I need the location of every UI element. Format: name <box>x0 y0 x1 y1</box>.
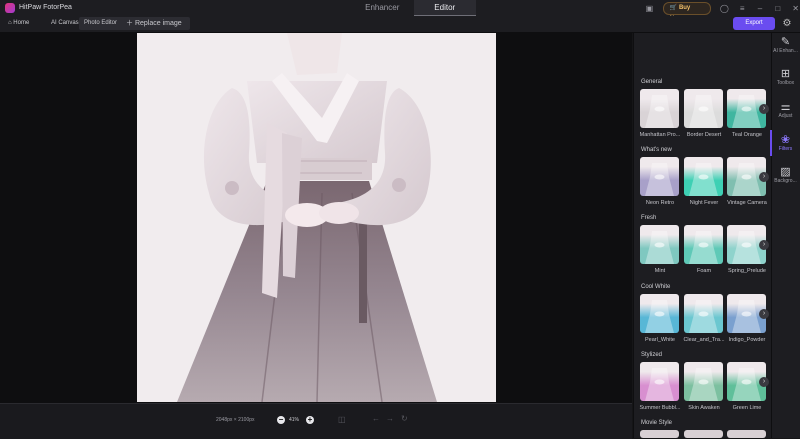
nav-photo-editor[interactable]: Photo Editor <box>79 17 123 30</box>
maximize-icon[interactable]: □ <box>773 4 782 13</box>
cart-icon: 🛒 <box>669 4 679 11</box>
filter-thumbnail[interactable] <box>684 362 723 401</box>
tool-label: Backgro... <box>774 178 797 184</box>
tool-label: AI Enhan... <box>773 48 798 54</box>
filter-section-title: Movie Style <box>641 420 673 426</box>
tool-sidebar <box>771 33 800 438</box>
app-title: HitPaw FotorPea <box>19 4 72 11</box>
filters-icon: ❀ <box>780 134 791 146</box>
filter-preview-figure <box>689 300 718 333</box>
filter-preview-figure <box>645 368 674 401</box>
filter-label: Night Fever <box>689 200 719 206</box>
chevron-right-icon[interactable]: › <box>759 377 769 387</box>
filter-section-title: General <box>641 79 663 85</box>
undo-icon[interactable]: ← <box>372 414 380 423</box>
filter-section-title: Stylized <box>641 352 663 358</box>
sliders-icon: ⚌ <box>780 101 791 113</box>
filter-preview-figure <box>645 95 674 128</box>
close-icon[interactable]: ✕ <box>791 4 800 13</box>
filter-thumbnail[interactable] <box>727 430 766 438</box>
tool-label: Adjust <box>778 113 793 119</box>
filter-thumbnail[interactable] <box>640 430 679 438</box>
chevron-right-icon[interactable]: › <box>759 104 769 114</box>
filter-label: Clear_and_Tra... <box>683 337 725 343</box>
filter-label: Foam <box>696 268 712 274</box>
redo-icon[interactable]: → <box>386 414 394 423</box>
zoom-in-button[interactable]: + <box>306 416 314 424</box>
tab-enhancer[interactable]: Enhancer <box>351 0 414 16</box>
filter-label: Pearl_White <box>645 337 675 343</box>
filter-thumbnail[interactable] <box>684 294 723 333</box>
filter-thumbnail[interactable] <box>640 294 679 333</box>
filter-label: Teal Orange <box>732 132 762 138</box>
tool-filters[interactable]: ❀ Filters <box>772 134 799 152</box>
filter-thumbnail[interactable] <box>684 157 723 196</box>
tool-backgro[interactable]: ▨ Backgro... <box>772 166 799 184</box>
tool-ai-enhan[interactable]: ✎ AI Enhan... <box>772 36 799 54</box>
filter-label: Skin Awaken <box>688 405 720 411</box>
replace-image-button[interactable]: ＋ Replace image <box>118 17 190 30</box>
app-logo <box>5 3 15 13</box>
plus-icon: ＋ <box>126 20 135 27</box>
nav-ai-canvas[interactable]: AI Canvas <box>47 17 83 30</box>
filter-thumbnail[interactable] <box>684 430 723 438</box>
background-icon: ▨ <box>780 166 791 178</box>
nav-home-label: Home <box>13 20 30 26</box>
filter-label: Manhattan Pro... <box>639 132 681 138</box>
chevron-right-icon[interactable]: › <box>759 172 769 182</box>
filter-preview-figure <box>689 231 718 264</box>
filter-preview-figure <box>645 163 674 196</box>
tool-label: Toolbox <box>776 80 795 86</box>
filter-preview-figure <box>689 95 718 128</box>
filter-preview-figure <box>645 300 674 333</box>
bottom-toolbar <box>0 403 632 439</box>
filter-thumbnail[interactable] <box>640 89 679 128</box>
account-icon[interactable]: ◯ <box>720 4 729 13</box>
compare-icon[interactable]: ◫ <box>338 415 346 424</box>
gift-icon[interactable]: ▣ <box>645 4 654 13</box>
sparkle-edit-icon: ✎ <box>780 36 791 48</box>
export-button[interactable]: Export <box>733 17 775 30</box>
chevron-right-icon[interactable]: › <box>759 309 769 319</box>
zoom-level: 41% <box>289 417 300 423</box>
titlebar-controls: ▣ 🛒 Buy Now ◯ ≡ – □ ✕ <box>645 1 800 22</box>
filter-label: Neon Retro <box>645 200 675 206</box>
filter-thumbnail[interactable] <box>640 157 679 196</box>
buy-now-button[interactable]: 🛒 Buy Now <box>662 1 711 22</box>
mode-switch: Enhancer Editor <box>351 0 476 16</box>
gear-icon[interactable]: ⚙ <box>781 17 793 30</box>
reset-icon[interactable]: ↻ <box>401 414 408 423</box>
filter-label: Indigo_Powder <box>728 337 766 343</box>
filter-thumbnail[interactable] <box>640 225 679 264</box>
grid-icon: ⊞ <box>780 68 791 80</box>
filter-preview-figure <box>689 368 718 401</box>
filter-label: Spring_Prelude <box>728 268 766 274</box>
tool-toolbox[interactable]: ⊞ Toolbox <box>772 68 799 86</box>
filter-label: Border Desert <box>686 132 722 138</box>
filter-label: Summer Bubbl... <box>639 405 681 411</box>
tool-label: Filters <box>778 146 793 152</box>
tool-adjust[interactable]: ⚌ Adjust <box>772 101 799 119</box>
minimize-icon[interactable]: – <box>756 4 765 13</box>
filter-thumbnail[interactable] <box>684 89 723 128</box>
filter-thumbnail[interactable] <box>684 225 723 264</box>
chevron-right-icon[interactable]: › <box>759 240 769 250</box>
photo-preview[interactable] <box>137 33 496 402</box>
menu-icon[interactable]: ≡ <box>738 4 747 13</box>
zoom-out-button[interactable]: − <box>277 416 285 424</box>
filter-label: Mint <box>654 268 666 274</box>
tab-editor[interactable]: Editor <box>413 0 476 16</box>
filter-label: Vintage Camera <box>727 200 767 206</box>
filter-preview-figure <box>689 163 718 196</box>
filter-section-title: Fresh <box>641 215 657 221</box>
filter-label: Green Lime <box>732 405 762 411</box>
filter-preview-figure <box>645 231 674 264</box>
filter-section-title: What's new <box>641 147 672 153</box>
image-dimensions: 2048px × 2100px <box>216 417 255 423</box>
filter-thumbnail[interactable] <box>640 362 679 401</box>
nav-home[interactable]: ⌂ Home <box>8 17 29 30</box>
filter-section-title: Cool White <box>641 284 671 290</box>
replace-image-label: Replace image <box>134 20 182 27</box>
